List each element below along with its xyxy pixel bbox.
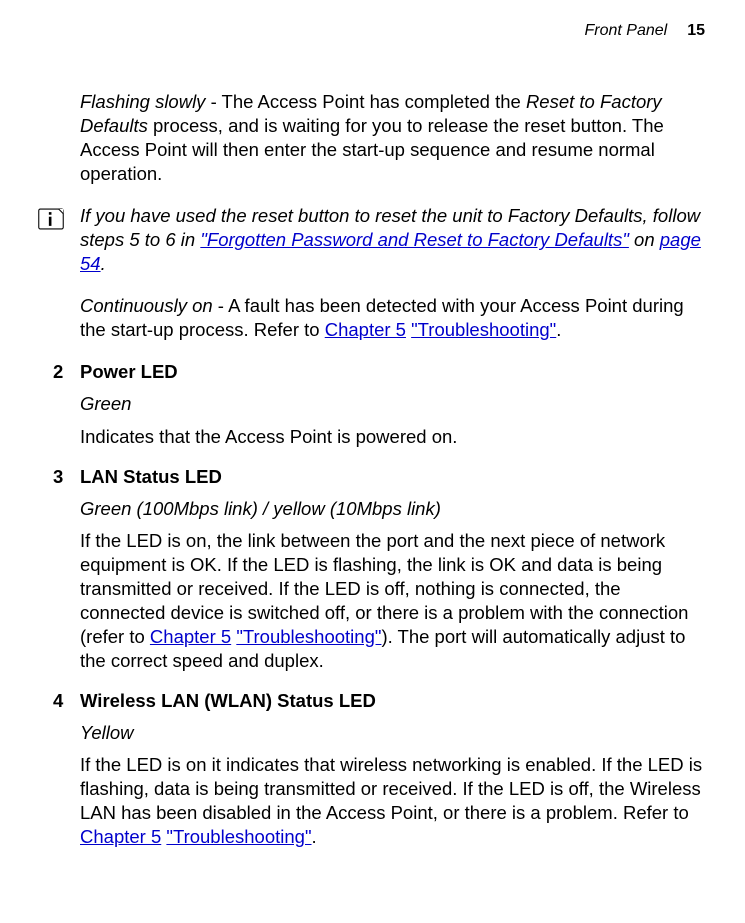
text: If the LED is on it indicates that wirel…: [80, 754, 702, 823]
note-text: on: [629, 229, 660, 250]
header-page-number: 15: [687, 22, 705, 40]
body-text: Indicates that the Access Point is power…: [80, 425, 705, 449]
text: process, and is waiting for you to relea…: [80, 115, 664, 184]
heading-lan-status-led: LAN Status LED: [80, 465, 705, 489]
heading-power-led: Power LED: [80, 360, 705, 384]
color-label: Green: [80, 392, 705, 416]
header-section-title: Front Panel: [584, 22, 667, 40]
body-text: If the LED is on it indicates that wirel…: [80, 753, 705, 849]
term-flashing-slowly: Flashing slowly: [80, 91, 205, 112]
body-text: If the LED is on, the link between the p…: [80, 529, 705, 673]
term-continuously-on: Continuously on: [80, 295, 213, 316]
list-number: 4: [53, 689, 63, 713]
paragraph-flashing: Flashing slowly - The Access Point has c…: [80, 90, 705, 186]
list-number: 2: [53, 360, 63, 384]
list-item-4: 4 Wireless LAN (WLAN) Status LED Yellow …: [80, 689, 705, 849]
info-note: If you have used the reset button to res…: [80, 204, 705, 276]
link-troubleshooting[interactable]: "Troubleshooting": [236, 626, 381, 647]
link-forgotten-password[interactable]: "Forgotten Password and Reset to Factory…: [200, 229, 629, 250]
list-item-2: 2 Power LED Green Indicates that the Acc…: [80, 360, 705, 448]
info-icon: [38, 208, 64, 230]
text: .: [312, 826, 317, 847]
color-label: Green (100Mbps link) / yellow (10Mbps li…: [80, 497, 705, 521]
text: .: [556, 319, 561, 340]
link-chapter-5[interactable]: Chapter 5: [325, 319, 406, 340]
paragraph-continuously-on: Continuously on - A fault has been detec…: [80, 294, 705, 342]
color-label: Yellow: [80, 721, 705, 745]
list-item-3: 3 LAN Status LED Green (100Mbps link) / …: [80, 465, 705, 673]
link-troubleshooting[interactable]: "Troubleshooting": [166, 826, 311, 847]
heading-wlan-status-led: Wireless LAN (WLAN) Status LED: [80, 689, 705, 713]
page-header: Front Panel 15: [30, 22, 715, 40]
link-chapter-5[interactable]: Chapter 5: [150, 626, 231, 647]
link-chapter-5[interactable]: Chapter 5: [80, 826, 161, 847]
link-troubleshooting[interactable]: "Troubleshooting": [411, 319, 556, 340]
page-content: Flashing slowly - The Access Point has c…: [30, 90, 715, 849]
list-number: 3: [53, 465, 63, 489]
note-text: .: [101, 253, 106, 274]
text: - The Access Point has completed the: [205, 91, 526, 112]
